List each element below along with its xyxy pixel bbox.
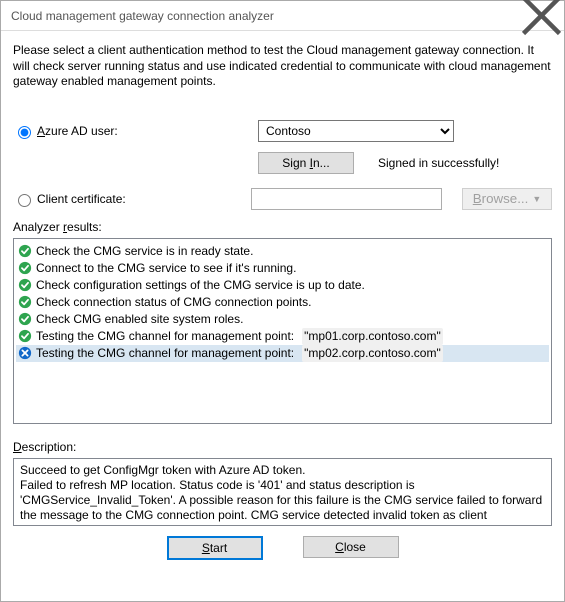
result-text: Connect to the CMG service to see if it'… [36,260,296,277]
management-point-host: "mp01.corp.contoso.com" [302,328,443,345]
description-label: Description: [13,440,552,454]
titlebar: Cloud management gateway connection anal… [1,1,564,31]
client-cert-label: Client certificate: [37,192,126,206]
check-icon [18,295,32,309]
check-icon [18,278,32,292]
close-icon[interactable] [519,1,564,31]
sign-in-status: Signed in successfully! [378,156,499,170]
azure-ad-row: Azure AD user: Contoso [13,120,552,142]
close-button[interactable]: Close [303,536,399,558]
result-item[interactable]: Check connection status of CMG connectio… [16,294,549,311]
chevron-down-icon: ▼ [532,194,541,204]
result-item[interactable]: Check CMG enabled site system roles. [16,311,549,328]
result-item[interactable]: Connect to the CMG service to see if it'… [16,260,549,277]
client-cert-input [251,188,442,210]
button-bar: Start Close [13,536,552,560]
client-cert-radio[interactable] [18,194,31,207]
result-item[interactable]: Check configuration settings of the CMG … [16,277,549,294]
azure-ad-label: Azure AD user: [37,124,118,138]
result-text: Check configuration settings of the CMG … [36,277,365,294]
results-label: Analyzer results: [13,220,552,234]
result-text: Check the CMG service is in ready state. [36,243,253,260]
result-text: Testing the CMG channel for management p… [36,345,294,362]
start-button[interactable]: Start [167,536,263,560]
result-item[interactable]: Testing the CMG channel for management p… [16,345,549,362]
result-item[interactable]: Testing the CMG channel for management p… [16,328,549,345]
result-item[interactable]: Check the CMG service is in ready state. [16,243,549,260]
window-title: Cloud management gateway connection anal… [11,9,519,23]
client-cert-row: Client certificate: Browse... ▼ [13,188,552,210]
check-icon [18,329,32,343]
check-icon [18,261,32,275]
azure-ad-radio[interactable] [18,126,31,139]
browse-button: Browse... ▼ [462,188,552,210]
sign-in-button[interactable]: Sign In... [258,152,354,174]
result-text: Testing the CMG channel for management p… [36,328,294,345]
management-point-host: "mp02.corp.contoso.com" [302,345,443,362]
check-icon [18,312,32,326]
instructions-text: Please select a client authentication me… [13,43,552,90]
error-icon [18,346,32,360]
description-box[interactable]: Succeed to get ConfigMgr token with Azur… [13,458,552,526]
check-icon [18,244,32,258]
result-text: Check CMG enabled site system roles. [36,311,243,328]
tenant-dropdown[interactable]: Contoso [258,120,454,142]
sign-in-row: Sign In... Signed in successfully! [258,152,552,174]
result-text: Check connection status of CMG connectio… [36,294,311,311]
results-list[interactable]: Check the CMG service is in ready state.… [13,238,552,424]
